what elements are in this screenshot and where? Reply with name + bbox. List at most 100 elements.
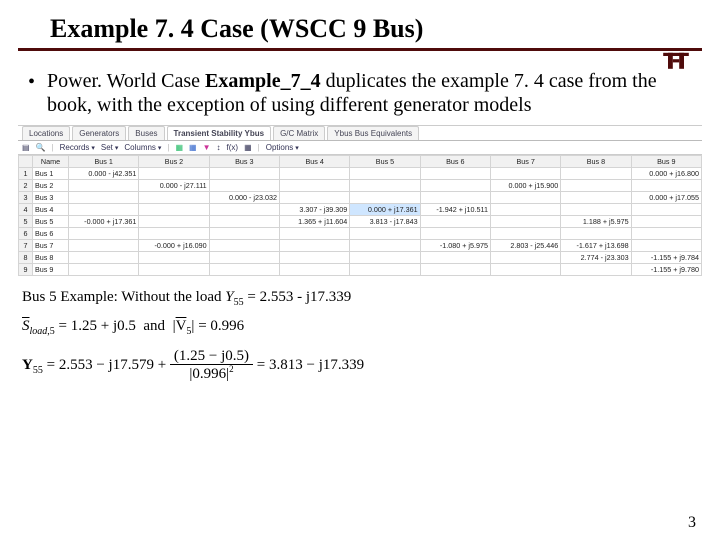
col-bus4[interactable]: Bus 4 bbox=[279, 156, 349, 168]
grid-cell[interactable] bbox=[279, 228, 349, 240]
col-bus7[interactable]: Bus 7 bbox=[490, 156, 560, 168]
grid-cell[interactable] bbox=[490, 168, 560, 180]
grid-cell[interactable] bbox=[69, 228, 139, 240]
find-icon[interactable]: f(x) bbox=[227, 143, 239, 152]
grid-cell[interactable]: -1.155 + j9.780 bbox=[631, 264, 701, 276]
grid-cell[interactable] bbox=[631, 216, 701, 228]
row-name[interactable]: Bus 8 bbox=[33, 252, 69, 264]
row-number[interactable]: 7 bbox=[19, 240, 33, 252]
grid-cell[interactable] bbox=[139, 264, 209, 276]
grid-cell[interactable] bbox=[139, 192, 209, 204]
grid-cell[interactable]: -1.617 + j13.698 bbox=[561, 240, 631, 252]
col-rownum[interactable] bbox=[19, 156, 33, 168]
col-bus1[interactable]: Bus 1 bbox=[69, 156, 139, 168]
grid-cell[interactable] bbox=[279, 168, 349, 180]
grid-icon[interactable]: ▦ bbox=[244, 143, 252, 152]
grid-cell[interactable] bbox=[350, 264, 420, 276]
grid-cell[interactable] bbox=[139, 216, 209, 228]
palette-icon[interactable]: ▦ bbox=[175, 143, 183, 152]
grid-cell[interactable] bbox=[561, 228, 631, 240]
filter-icon[interactable]: ▤ bbox=[22, 143, 30, 152]
grid-cell[interactable] bbox=[69, 204, 139, 216]
columns-dropdown[interactable]: Columns bbox=[124, 143, 161, 152]
row-name[interactable]: Bus 9 bbox=[33, 264, 69, 276]
grid-cell[interactable] bbox=[350, 228, 420, 240]
grid-cell[interactable] bbox=[139, 252, 209, 264]
col-bus3[interactable]: Bus 3 bbox=[209, 156, 279, 168]
grid-cell[interactable] bbox=[209, 180, 279, 192]
grid-cell[interactable]: 1.365 + j11.604 bbox=[279, 216, 349, 228]
grid-cell[interactable]: 2.774 - j23.303 bbox=[561, 252, 631, 264]
grid-cell[interactable] bbox=[490, 204, 560, 216]
grid-cell[interactable] bbox=[69, 264, 139, 276]
grid-cell[interactable] bbox=[279, 240, 349, 252]
grid-cell[interactable]: 0.000 - j27.111 bbox=[139, 180, 209, 192]
row-number[interactable]: 3 bbox=[19, 192, 33, 204]
grid-cell[interactable] bbox=[209, 216, 279, 228]
row-number[interactable]: 4 bbox=[19, 204, 33, 216]
col-bus5[interactable]: Bus 5 bbox=[350, 156, 420, 168]
tab-locations[interactable]: Locations bbox=[22, 126, 70, 140]
row-name[interactable]: Bus 4 bbox=[33, 204, 69, 216]
grid-cell[interactable] bbox=[420, 264, 490, 276]
row-name[interactable]: Bus 6 bbox=[33, 228, 69, 240]
set-dropdown[interactable]: Set bbox=[101, 143, 118, 152]
grid-cell[interactable] bbox=[420, 192, 490, 204]
grid-cell[interactable] bbox=[490, 192, 560, 204]
grid-cell[interactable] bbox=[561, 264, 631, 276]
grid-cell[interactable] bbox=[69, 240, 139, 252]
grid-cell[interactable] bbox=[279, 192, 349, 204]
grid-cell[interactable] bbox=[420, 180, 490, 192]
row-number[interactable]: 9 bbox=[19, 264, 33, 276]
grid-cell[interactable]: -1.942 + j10.511 bbox=[420, 204, 490, 216]
row-name[interactable]: Bus 2 bbox=[33, 180, 69, 192]
tab-ybus-equivalents[interactable]: Ybus Bus Equivalents bbox=[327, 126, 419, 140]
grid-cell[interactable] bbox=[209, 228, 279, 240]
row-number[interactable]: 2 bbox=[19, 180, 33, 192]
grid-row[interactable]: 4Bus 43.307 - j39.3090.000 + j17.361-1.9… bbox=[19, 204, 702, 216]
grid-cell[interactable] bbox=[279, 264, 349, 276]
grid-cell[interactable] bbox=[420, 216, 490, 228]
grid-row[interactable]: 8Bus 82.774 - j23.303-1.155 + j9.784 bbox=[19, 252, 702, 264]
grid-cell[interactable]: 0.000 + j15.900 bbox=[490, 180, 560, 192]
grid-cell[interactable]: 0.000 - j23.032 bbox=[209, 192, 279, 204]
save-icon[interactable]: ▦ bbox=[189, 143, 197, 152]
row-number[interactable]: 6 bbox=[19, 228, 33, 240]
grid-cell[interactable]: 3.813 - j17.843 bbox=[350, 216, 420, 228]
grid-cell[interactable]: 3.307 - j39.309 bbox=[279, 204, 349, 216]
grid-cell[interactable] bbox=[561, 192, 631, 204]
grid-cell[interactable] bbox=[139, 228, 209, 240]
grid-cell[interactable] bbox=[631, 180, 701, 192]
row-number[interactable]: 5 bbox=[19, 216, 33, 228]
records-dropdown[interactable]: Records bbox=[60, 143, 95, 152]
grid-cell[interactable]: 0.000 + j17.055 bbox=[631, 192, 701, 204]
grid-cell[interactable] bbox=[490, 252, 560, 264]
grid-cell[interactable] bbox=[279, 180, 349, 192]
grid-cell[interactable] bbox=[490, 264, 560, 276]
grid-cell[interactable] bbox=[631, 228, 701, 240]
grid-row[interactable]: 1Bus 10.000 - j42.3510.000 + j16.800 bbox=[19, 168, 702, 180]
col-bus9[interactable]: Bus 9 bbox=[631, 156, 701, 168]
grid-row[interactable]: 9Bus 9 -1.155 + j9.780 bbox=[19, 264, 702, 276]
grid-cell[interactable] bbox=[69, 252, 139, 264]
grid-cell[interactable] bbox=[420, 228, 490, 240]
grid-cell[interactable] bbox=[350, 180, 420, 192]
grid-cell[interactable] bbox=[139, 168, 209, 180]
grid-row[interactable]: 2Bus 2 0.000 - j27.111 0.000 + j15.900 bbox=[19, 180, 702, 192]
grid-cell[interactable] bbox=[561, 168, 631, 180]
row-name[interactable]: Bus 7 bbox=[33, 240, 69, 252]
grid-cell[interactable] bbox=[350, 168, 420, 180]
row-name[interactable]: Bus 1 bbox=[33, 168, 69, 180]
grid-row[interactable]: 3Bus 3 0.000 - j23.032 0.000 + j17.055 bbox=[19, 192, 702, 204]
grid-cell[interactable]: -0.000 + j16.090 bbox=[139, 240, 209, 252]
grid-cell[interactable]: 0.000 - j42.351 bbox=[69, 168, 139, 180]
grid-cell[interactable] bbox=[631, 204, 701, 216]
grid-cell[interactable] bbox=[69, 192, 139, 204]
grid-cell[interactable] bbox=[209, 252, 279, 264]
grid-cell[interactable] bbox=[69, 180, 139, 192]
grid-cell[interactable]: 0.000 + j16.800 bbox=[631, 168, 701, 180]
grid-cell[interactable] bbox=[139, 204, 209, 216]
grid-cell[interactable] bbox=[561, 204, 631, 216]
grid-cell[interactable] bbox=[631, 240, 701, 252]
row-name[interactable]: Bus 3 bbox=[33, 192, 69, 204]
